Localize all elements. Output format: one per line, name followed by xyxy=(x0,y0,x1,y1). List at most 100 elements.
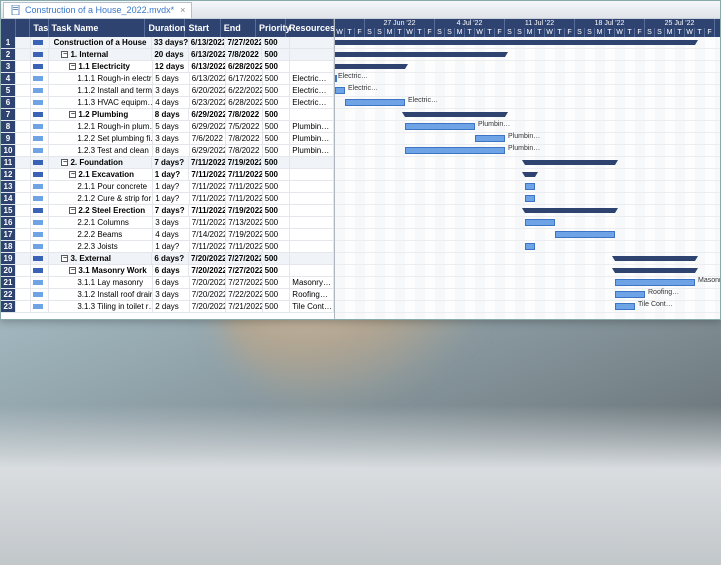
task-bar[interactable] xyxy=(525,183,535,190)
task-name-cell[interactable]: Construction of a House xyxy=(50,37,152,48)
table-row[interactable]: 3−1.1 Electricity12 days6/13/20226/28/20… xyxy=(1,61,334,73)
row-index[interactable]: 4 xyxy=(1,73,16,84)
priority-cell[interactable]: 500 xyxy=(263,73,291,84)
summary-bar[interactable] xyxy=(405,112,505,117)
summary-bar[interactable] xyxy=(525,208,615,213)
duration-cell[interactable]: 1 day? xyxy=(153,181,190,192)
resources-cell[interactable] xyxy=(290,49,334,60)
table-row[interactable]: 20−3.1 Masonry Work6 days7/20/20227/27/2… xyxy=(1,265,334,277)
end-cell[interactable]: 7/8/2022 xyxy=(226,145,263,156)
task-name-cell[interactable]: 1.2.2 Set plumbing fi… xyxy=(49,133,153,144)
end-cell[interactable]: 7/27/2022 xyxy=(226,253,263,264)
start-cell[interactable]: 6/13/2022 xyxy=(190,73,227,84)
resources-cell[interactable] xyxy=(290,37,334,48)
task-bar[interactable] xyxy=(525,219,555,226)
row-index[interactable]: 5 xyxy=(1,85,16,96)
table-row[interactable]: 223.1.2 Install roof drains3 days7/20/20… xyxy=(1,289,334,301)
duration-cell[interactable]: 12 days xyxy=(153,61,190,72)
task-name-cell[interactable]: −2.2 Steel Erection xyxy=(49,205,152,216)
end-cell[interactable]: 7/19/2022 xyxy=(226,205,263,216)
outline-toggle-icon[interactable]: − xyxy=(61,255,68,262)
row-index[interactable]: 8 xyxy=(1,121,16,132)
task-name-cell[interactable]: 3.1.3 Tiling in toilet r… xyxy=(49,301,153,312)
table-row[interactable]: 12−2.1 Excavation1 day?7/11/20227/11/202… xyxy=(1,169,334,181)
end-cell[interactable]: 7/11/2022 xyxy=(226,181,263,192)
resources-cell[interactable] xyxy=(290,193,334,204)
row-index[interactable]: 6 xyxy=(1,97,16,108)
task-name-cell[interactable]: 1.1.2 Install and term… xyxy=(49,85,153,96)
start-cell[interactable]: 7/11/2022 xyxy=(190,193,227,204)
priority-cell[interactable]: 500 xyxy=(263,145,291,156)
resources-cell[interactable] xyxy=(290,253,334,264)
outline-toggle-icon[interactable]: − xyxy=(69,207,76,214)
end-cell[interactable]: 7/19/2022 xyxy=(226,157,263,168)
summary-bar[interactable] xyxy=(525,172,535,177)
col-mode[interactable]: Tas… xyxy=(30,19,48,37)
task-bar[interactable] xyxy=(335,75,337,82)
end-cell[interactable]: 7/22/2022 xyxy=(226,289,263,300)
priority-cell[interactable]: 500 xyxy=(263,241,291,252)
task-name-cell[interactable]: 1.1.3 HVAC equipm… xyxy=(49,97,153,108)
end-cell[interactable]: 7/13/2022 xyxy=(226,217,263,228)
start-cell[interactable]: 6/23/2022 xyxy=(190,97,227,108)
end-cell[interactable]: 7/27/2022 xyxy=(226,277,263,288)
duration-cell[interactable]: 8 days xyxy=(153,109,190,120)
priority-cell[interactable]: 500 xyxy=(263,133,291,144)
end-cell[interactable]: 6/22/2022 xyxy=(226,85,263,96)
duration-cell[interactable]: 2 days xyxy=(153,301,190,312)
task-name-cell[interactable]: 3.1.2 Install roof drains xyxy=(49,289,153,300)
start-cell[interactable]: 7/20/2022 xyxy=(189,265,226,276)
col-priority[interactable]: Priority xyxy=(256,19,286,37)
task-name-cell[interactable]: −3. External xyxy=(49,253,152,264)
start-cell[interactable]: 6/29/2022 xyxy=(190,121,227,132)
priority-cell[interactable]: 500 xyxy=(263,265,291,276)
resources-cell[interactable]: Electric… xyxy=(290,85,334,96)
table-row[interactable]: 2−1. Internal20 days6/13/20227/8/2022500 xyxy=(1,49,334,61)
priority-cell[interactable]: 500 xyxy=(263,109,291,120)
task-bar[interactable] xyxy=(475,135,505,142)
row-index[interactable]: 3 xyxy=(1,61,16,72)
task-name-cell[interactable]: −2. Foundation xyxy=(49,157,152,168)
table-row[interactable]: 7−1.2 Plumbing8 days6/29/20227/8/2022500 xyxy=(1,109,334,121)
end-cell[interactable]: 7/8/2022 xyxy=(226,133,263,144)
col-index[interactable] xyxy=(1,19,16,37)
col-task-name[interactable]: Task Name xyxy=(49,19,146,37)
end-cell[interactable]: 7/19/2022 xyxy=(226,229,263,240)
start-cell[interactable]: 7/11/2022 xyxy=(190,181,227,192)
task-name-cell[interactable]: 1.2.3 Test and clean xyxy=(49,145,153,156)
task-name-cell[interactable]: 2.2.1 Columns xyxy=(49,217,153,228)
start-cell[interactable]: 6/13/2022 xyxy=(189,49,226,60)
task-bar[interactable] xyxy=(405,123,475,130)
priority-cell[interactable]: 500 xyxy=(263,169,291,180)
row-index[interactable]: 11 xyxy=(1,157,16,168)
task-bar[interactable] xyxy=(615,279,695,286)
outline-toggle-icon[interactable]: − xyxy=(69,171,76,178)
priority-cell[interactable]: 500 xyxy=(263,301,291,312)
resources-cell[interactable] xyxy=(290,109,334,120)
row-index[interactable]: 22 xyxy=(1,289,16,300)
row-index[interactable]: 1 xyxy=(1,37,16,48)
resources-cell[interactable]: Masonry… xyxy=(290,277,334,288)
row-index[interactable]: 23 xyxy=(1,301,16,312)
end-cell[interactable]: 7/27/2022 xyxy=(226,265,263,276)
end-cell[interactable]: 6/28/2022 xyxy=(226,61,263,72)
row-index[interactable]: 7 xyxy=(1,109,16,120)
task-name-cell[interactable]: 1.1.1 Rough-in electr… xyxy=(49,73,153,84)
table-row[interactable]: 101.2.3 Test and clean8 days6/29/20227/8… xyxy=(1,145,334,157)
duration-cell[interactable]: 33 days? xyxy=(152,37,189,48)
table-row[interactable]: 132.1.1 Pour concrete1 day?7/11/20227/11… xyxy=(1,181,334,193)
task-bar[interactable] xyxy=(615,291,645,298)
task-name-cell[interactable]: 2.1.2 Cure & strip for… xyxy=(49,193,153,204)
duration-cell[interactable]: 1 day? xyxy=(153,241,190,252)
duration-cell[interactable]: 7 days? xyxy=(153,205,190,216)
start-cell[interactable]: 7/11/2022 xyxy=(189,157,226,168)
task-bar[interactable] xyxy=(335,87,345,94)
resources-cell[interactable] xyxy=(290,205,334,216)
resources-cell[interactable] xyxy=(290,229,334,240)
start-cell[interactable]: 6/13/2022 xyxy=(189,61,226,72)
resources-cell[interactable]: Electric… xyxy=(290,97,334,108)
duration-cell[interactable]: 7 days? xyxy=(152,157,189,168)
task-name-cell[interactable]: 2.2.3 Joists xyxy=(49,241,153,252)
row-index[interactable]: 12 xyxy=(1,169,16,180)
resources-cell[interactable] xyxy=(290,181,334,192)
